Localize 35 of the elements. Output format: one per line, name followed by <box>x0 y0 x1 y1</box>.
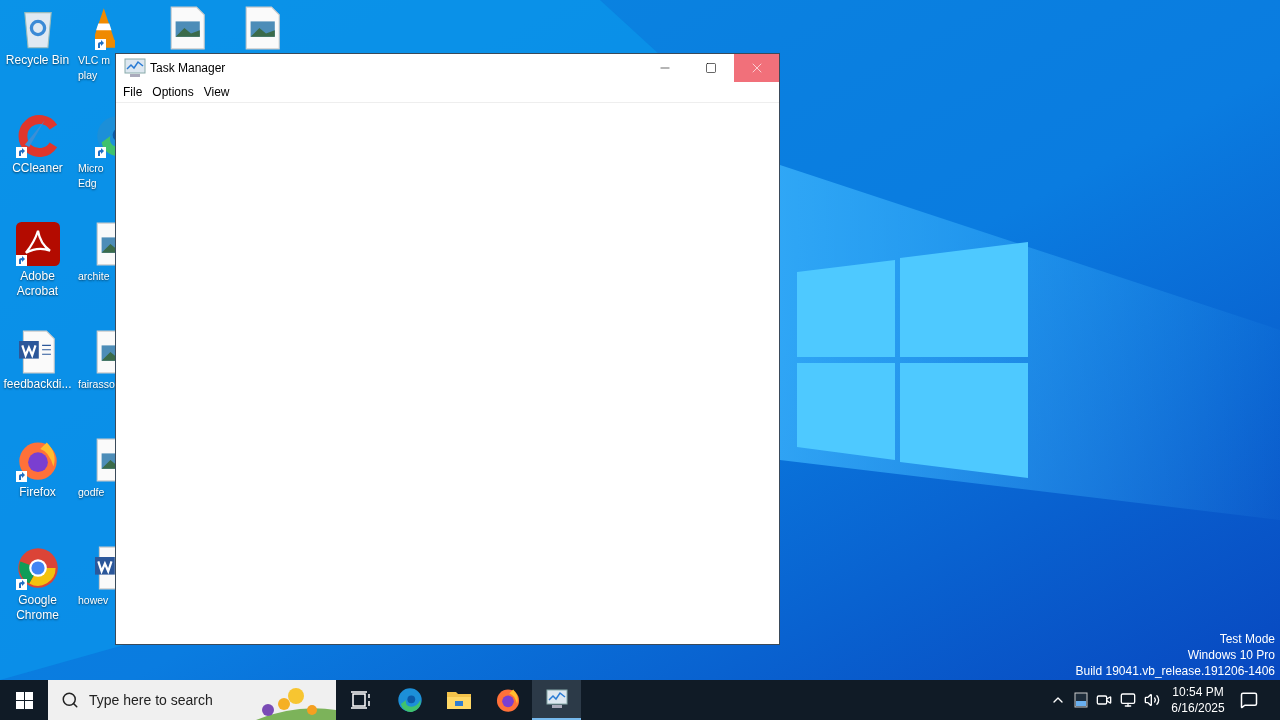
task-manager-icon <box>122 57 148 79</box>
word-document-icon <box>18 330 57 374</box>
maximize-icon <box>705 62 717 74</box>
image-file-icon <box>168 6 207 50</box>
image-file-icon <box>243 6 282 50</box>
shortcut-arrow-icon <box>15 471 27 482</box>
search-field[interactable]: Type here to search <box>48 680 336 720</box>
edge-icon <box>396 687 423 713</box>
menu-item[interactable]: File <box>118 83 148 101</box>
notification-icon[interactable] <box>1240 691 1258 709</box>
os-watermark-text: Windows 10 Pro <box>1187 647 1275 663</box>
battery-icon[interactable] <box>1074 692 1088 708</box>
os-watermark-text: Test Mode <box>1219 631 1275 647</box>
task-manager-icon <box>543 688 570 710</box>
chrome-icon <box>15 546 60 590</box>
folder-icon <box>445 689 472 711</box>
windows-logo-icon <box>15 691 33 709</box>
shortcut-arrow-icon <box>15 147 27 158</box>
shortcut-arrow-icon <box>95 39 106 50</box>
clock[interactable]: 10:54 PM 6/16/2025 <box>1168 684 1228 716</box>
search-icon <box>61 691 79 709</box>
camera-icon[interactable] <box>1096 692 1112 708</box>
pdf-icon <box>15 222 60 266</box>
network-icon[interactable] <box>1120 692 1136 708</box>
menu-item[interactable]: Options <box>147 83 199 101</box>
taskbar-button[interactable] <box>532 680 581 720</box>
firefox-icon <box>494 687 521 713</box>
shortcut-arrow-icon <box>15 255 27 266</box>
menu-item[interactable]: View <box>198 83 235 101</box>
window-title: Task Manager <box>150 60 226 77</box>
task-view-icon <box>349 689 372 711</box>
volume-icon[interactable] <box>1144 692 1160 708</box>
shortcut-arrow-icon <box>95 147 106 158</box>
os-watermark-text: Build 19041.vb_release.191206-1406 <box>1075 663 1275 679</box>
shortcut-arrow-icon <box>15 579 27 590</box>
